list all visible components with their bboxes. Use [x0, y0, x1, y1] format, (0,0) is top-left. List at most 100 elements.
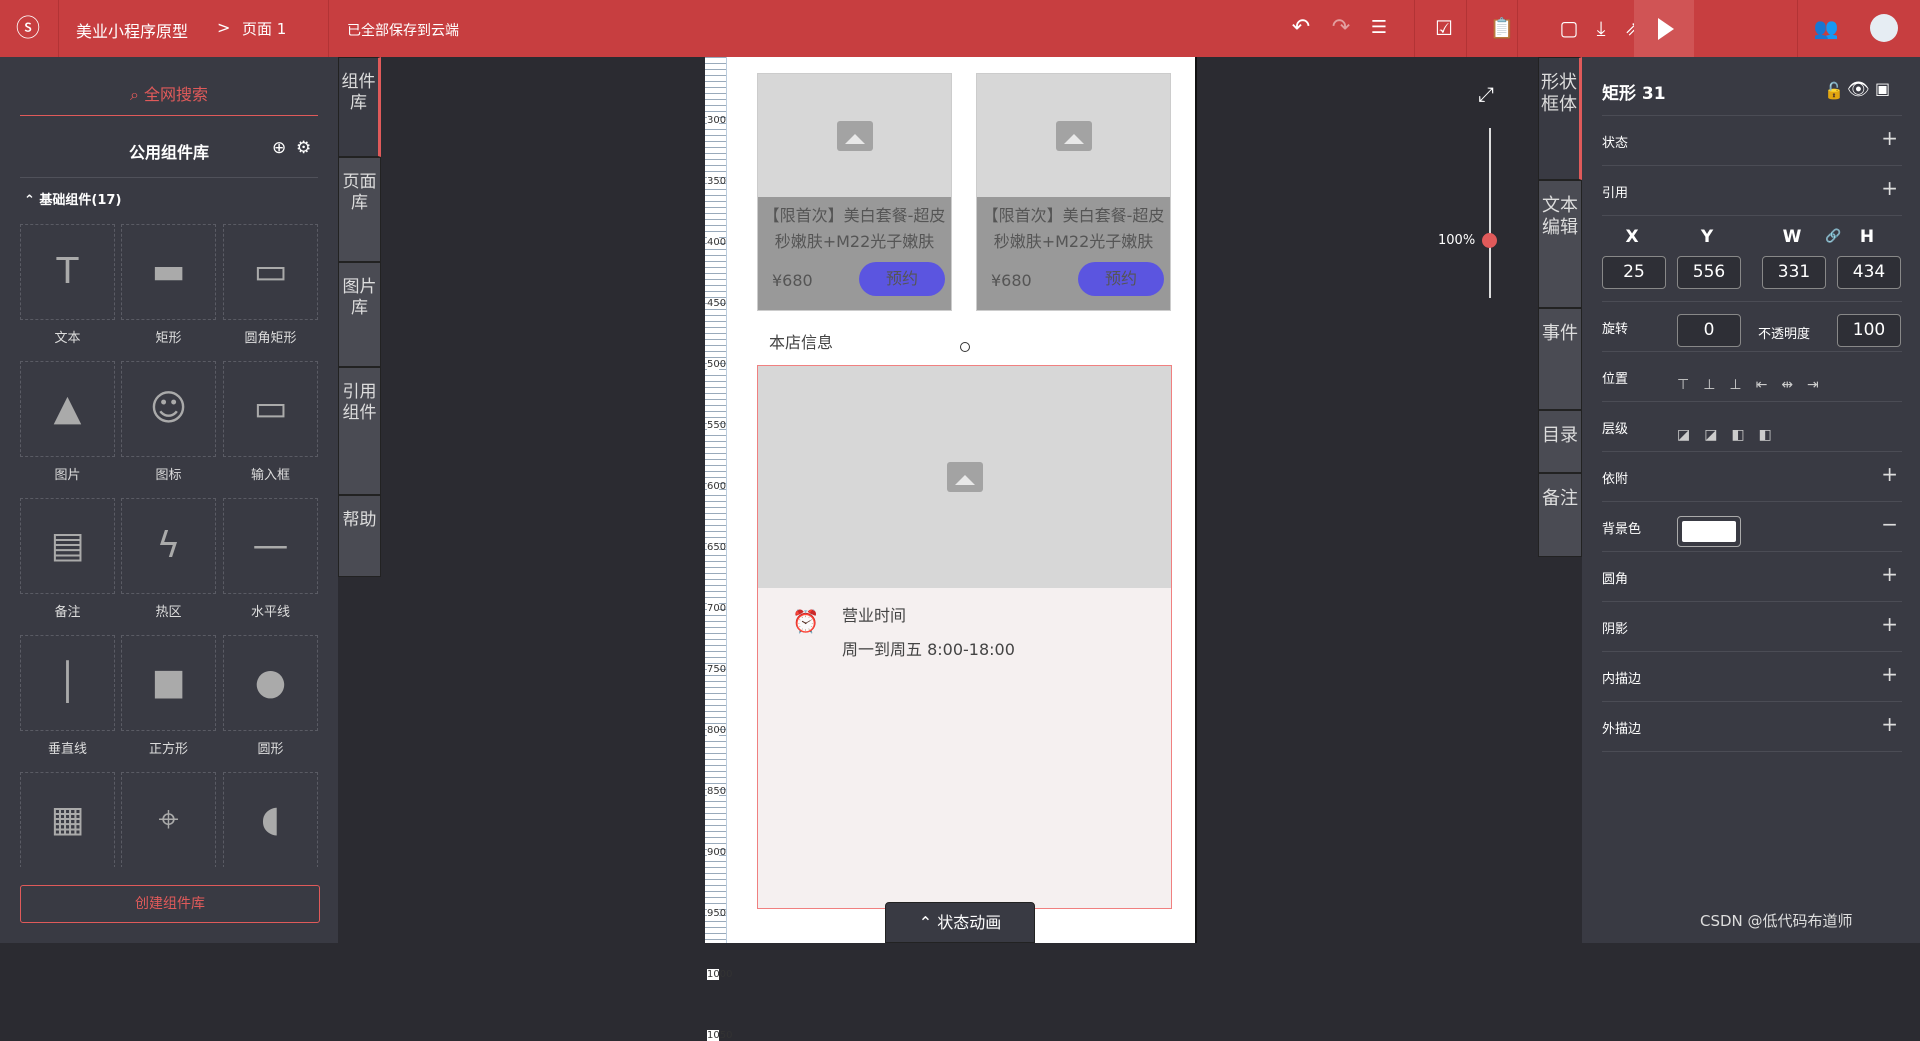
right-tab-0[interactable]: 形状框体 [1538, 57, 1582, 180]
page-name[interactable]: 页面 1 [242, 18, 286, 39]
right-tab-4[interactable]: 备注 [1538, 473, 1582, 557]
redo-icon[interactable]: ↷ [1327, 14, 1355, 42]
zoom-slider-handle[interactable] [1482, 233, 1497, 248]
component-10[interactable]: ■ [121, 635, 216, 731]
zoom-slider[interactable] [1489, 128, 1491, 298]
x-input[interactable]: 25 [1602, 256, 1666, 289]
h-input[interactable]: 434 [1837, 256, 1901, 289]
component-4[interactable]: ☺ [121, 361, 216, 457]
align-icons[interactable]: ⊤⊥⊥⇤⇹⇥ [1677, 377, 1833, 393]
state-animation-button[interactable]: ⌃ 状态动画 [885, 902, 1035, 943]
ruler-label: 450 [707, 298, 727, 309]
add-user-icon[interactable]: 👥 [1812, 14, 1840, 42]
component-label: 圆角矩形 [244, 331, 297, 346]
component-12[interactable]: ▦ [20, 772, 115, 868]
w-label: W [1782, 227, 1802, 247]
save-icon[interactable]: ▢ [1555, 14, 1583, 42]
undo-icon[interactable]: ↶ [1287, 14, 1315, 42]
side-tab-2[interactable]: 图片库 [338, 262, 381, 367]
component-7[interactable]: ϟ [121, 498, 216, 594]
gear-icon[interactable]: ⚙ [296, 138, 311, 158]
book-button[interactable]: 预约 [1078, 262, 1164, 296]
component-14[interactable]: ◖ [223, 772, 318, 868]
component-8[interactable]: — [223, 498, 318, 594]
prop-row-state[interactable]: 状态 + [1602, 116, 1902, 166]
right-tab-3[interactable]: 目录 [1538, 410, 1582, 473]
component-icon: ▲ [53, 388, 82, 429]
component-11[interactable]: ● [223, 635, 318, 731]
prop-row-ref[interactable]: 引用 + [1602, 166, 1902, 216]
component-5[interactable]: ▭ [223, 361, 318, 457]
play-button-bg[interactable] [1634, 0, 1694, 57]
prop-row-shadow[interactable]: 阴影 + [1602, 602, 1902, 652]
rotate-handle[interactable] [960, 342, 970, 352]
component-icon: ▭ [253, 388, 288, 429]
minus-icon[interactable]: − [1881, 512, 1898, 536]
plus-icon[interactable]: + [1881, 462, 1898, 486]
logo-icon[interactable]: ⓢ [14, 14, 42, 42]
ruler-label: 350 [707, 176, 727, 187]
section-basic[interactable]: ⌃ 基础组件(17) [24, 189, 121, 208]
add-library-icon[interactable]: ⊕ [272, 138, 286, 158]
opacity-input[interactable]: 100 [1837, 314, 1901, 347]
download-icon[interactable]: ⤓ [1587, 14, 1615, 42]
selected-rectangle[interactable]: ⏰ 营业时间 周一到周五 8:00-18:00 [757, 365, 1172, 909]
card-title: 【限首次】美白套餐-超皮秒嫩肤+M22光子嫩肤 [763, 206, 946, 251]
card-title: 【限首次】美白套餐-超皮秒嫩肤+M22光子嫩肤 [982, 206, 1165, 251]
component-icon: ■ [151, 662, 186, 703]
side-tab-0[interactable]: 组件库 [338, 57, 381, 157]
image-placeholder-icon [1055, 120, 1092, 151]
right-tab-2[interactable]: 事件 [1538, 308, 1582, 410]
project-name[interactable]: 美业小程序原型 [76, 18, 188, 42]
prop-row-attach[interactable]: 依附 + [1602, 452, 1902, 502]
plus-icon[interactable]: + [1881, 562, 1898, 586]
layer-icons[interactable]: ◪◪◧◧ [1677, 427, 1786, 443]
bg-color-picker[interactable] [1677, 516, 1741, 547]
component-label: 输入框 [250, 468, 290, 483]
search-icon: ⌕ [129, 85, 145, 104]
book-button[interactable]: 预约 [859, 262, 945, 296]
right-tab-1[interactable]: 文本编辑 [1538, 180, 1582, 308]
h-label: H [1859, 227, 1875, 247]
create-library-button[interactable]: 创建组件库 [20, 885, 320, 923]
prop-row-inner[interactable]: 内描边 + [1602, 652, 1902, 702]
ruler-label: 700 [707, 603, 727, 614]
component-label: 水平线 [250, 605, 290, 620]
component-1[interactable]: ▬ [121, 224, 216, 320]
prop-row-outer[interactable]: 外描边 + [1602, 702, 1902, 752]
plus-icon[interactable]: + [1881, 126, 1898, 150]
history-icon[interactable]: ☰ [1365, 14, 1393, 42]
plus-icon[interactable]: + [1881, 176, 1898, 200]
top-bar: ⓢ 美业小程序原型 > 页面 1 已全部保存到云端 ↶ ↷ ☰ ☑ 📋 ▢ ⤓ … [0, 0, 1920, 57]
prop-row-bg[interactable]: 背景色 − [1602, 502, 1902, 552]
ruler-label: 1050 [707, 1030, 733, 1041]
w-input[interactable]: 331 [1762, 256, 1826, 289]
plus-icon[interactable]: + [1881, 712, 1898, 736]
card-price: ¥680 [991, 271, 1032, 290]
clipboard-icon[interactable]: 📋 [1488, 14, 1516, 42]
product-card[interactable]: 【限首次】美白套餐-超皮秒嫩肤+M22光子嫩肤 ¥680 预约 [757, 73, 952, 311]
component-2[interactable]: ▭ [223, 224, 318, 320]
component-label: 圆形 [257, 742, 284, 757]
avatar[interactable] [1870, 14, 1898, 42]
side-tab-4[interactable]: 帮助 [338, 495, 381, 577]
side-tab-3[interactable]: 引用组件 [338, 367, 381, 495]
check-icon[interactable]: ☑ [1430, 14, 1458, 42]
component-9[interactable]: │ [20, 635, 115, 731]
component-icon: ◖ [261, 799, 280, 840]
rotation-input[interactable]: 0 [1677, 314, 1741, 347]
fullscreen-icon[interactable]: ⤢ [1478, 82, 1494, 106]
plus-icon[interactable]: + [1881, 612, 1898, 636]
component-0[interactable]: T [20, 224, 115, 320]
product-card[interactable]: 【限首次】美白套餐-超皮秒嫩肤+M22光子嫩肤 ¥680 预约 [976, 73, 1171, 311]
prop-row-radius[interactable]: 圆角 + [1602, 552, 1902, 602]
component-13[interactable]: ⌖ [121, 772, 216, 868]
component-icon: ▤ [50, 525, 85, 566]
y-input[interactable]: 556 [1677, 256, 1741, 289]
global-search[interactable]: ⌕ 全网搜索 [20, 81, 318, 116]
component-6[interactable]: ▤ [20, 498, 115, 594]
breadcrumb-separator: > [217, 18, 231, 37]
component-3[interactable]: ▲ [20, 361, 115, 457]
side-tab-1[interactable]: 页面库 [338, 157, 381, 262]
plus-icon[interactable]: + [1881, 662, 1898, 686]
